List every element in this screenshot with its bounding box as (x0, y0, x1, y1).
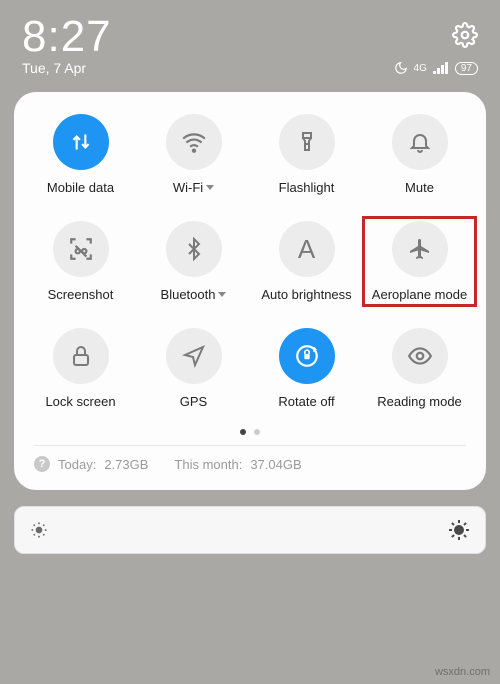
status-icons: 4G 97 (394, 61, 478, 75)
status-bottom-row: Tue, 7 Apr 4G 97 (22, 60, 478, 76)
settings-button[interactable] (452, 22, 478, 48)
chevron-down-icon (218, 292, 226, 297)
tile-reading-mode[interactable]: Reading mode (363, 324, 476, 413)
network-type: 4G (414, 63, 427, 74)
airplane-icon (408, 237, 432, 261)
usage-month-label: This month: (174, 457, 242, 472)
tile-label: Flashlight (279, 180, 335, 195)
tile-label: Aeroplane mode (372, 287, 467, 302)
dnd-moon-icon (394, 61, 408, 75)
page-dot-2[interactable] (254, 429, 260, 435)
tile-label: Lock screen (45, 394, 115, 409)
flashlight-icon (295, 130, 319, 154)
tile-mute[interactable]: Mute (363, 110, 476, 199)
clock: 8:27 (22, 12, 112, 62)
eye-icon (407, 343, 433, 369)
battery-indicator: 97 (455, 62, 478, 75)
tile-label: GPS (180, 394, 207, 409)
brightness-high-icon (447, 518, 471, 542)
tile-label: Wi-Fi (173, 180, 203, 195)
rotate-lock-icon (294, 343, 320, 369)
tile-auto-brightness[interactable]: A Auto brightness (250, 217, 363, 306)
date: Tue, 7 Apr (22, 60, 86, 76)
screenshot-icon (68, 236, 94, 262)
chevron-down-icon (206, 185, 214, 190)
divider (34, 445, 466, 446)
bell-icon (408, 130, 432, 154)
tile-flashlight[interactable]: Flashlight (250, 110, 363, 199)
signal-icon (433, 62, 449, 74)
tile-lock-screen[interactable]: Lock screen (24, 324, 137, 413)
bluetooth-icon (182, 237, 206, 261)
brightness-low-icon (29, 520, 49, 540)
page-dot-1[interactable] (240, 429, 246, 435)
tile-label: Mute (405, 180, 434, 195)
tile-label: Bluetooth (161, 287, 216, 302)
tiles-grid: Mobile data Wi-Fi Flashlight Mute Screen (24, 110, 476, 413)
location-arrow-icon (182, 344, 206, 368)
tile-aeroplane-mode[interactable]: Aeroplane mode (363, 217, 476, 306)
tile-label: Auto brightness (261, 287, 351, 302)
tile-wifi[interactable]: Wi-Fi (137, 110, 250, 199)
tile-mobile-data[interactable]: Mobile data (24, 110, 137, 199)
status-area: 8:27 Tue, 7 Apr 4G 97 (0, 0, 500, 84)
gear-icon (452, 22, 478, 48)
watermark: wsxdn.com (435, 666, 490, 678)
tile-label: Reading mode (377, 394, 462, 409)
quick-settings-panel: Mobile data Wi-Fi Flashlight Mute Screen (14, 92, 486, 490)
tile-label: Mobile data (47, 180, 114, 195)
usage-month-value: 37.04GB (250, 457, 301, 472)
tile-gps[interactable]: GPS (137, 324, 250, 413)
wifi-icon (181, 129, 207, 155)
usage-today-value: 2.73GB (104, 457, 148, 472)
tile-bluetooth[interactable]: Bluetooth (137, 217, 250, 306)
auto-brightness-icon: A (298, 234, 315, 265)
brightness-slider[interactable] (14, 506, 486, 554)
page-indicator (24, 429, 476, 435)
tile-label: Screenshot (48, 287, 114, 302)
tile-screenshot[interactable]: Screenshot (24, 217, 137, 306)
usage-today-label: Today: (58, 457, 96, 472)
tile-rotate-off[interactable]: Rotate off (250, 324, 363, 413)
status-top-row: 8:27 (22, 12, 478, 62)
info-icon: ? (34, 456, 50, 472)
data-usage-row[interactable]: ? Today: 2.73GB This month: 37.04GB (24, 456, 476, 476)
tile-label: Rotate off (278, 394, 334, 409)
lock-icon (69, 344, 93, 368)
mobile-data-icon (68, 129, 94, 155)
